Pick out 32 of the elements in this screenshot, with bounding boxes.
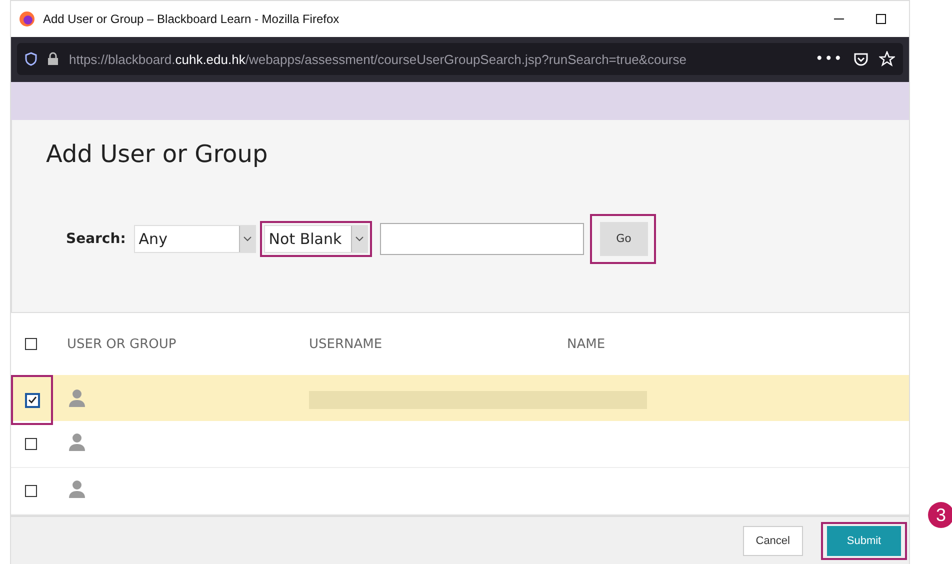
check-icon (28, 396, 36, 404)
pocket-icon[interactable] (853, 52, 869, 67)
column-header: USER OR GROUP (67, 336, 178, 352)
column-header: NAME (567, 336, 606, 352)
search-label: Search: (66, 230, 126, 247)
page-actions-menu[interactable]: ••• (815, 51, 843, 68)
checkbox[interactable] (25, 438, 37, 450)
checkbox[interactable] (24, 392, 40, 408)
chevron-down-icon (242, 236, 252, 242)
search-field[interactable] (380, 222, 584, 255)
shield-icon (25, 52, 37, 66)
person-icon (67, 388, 87, 408)
field-select[interactable]: Any (134, 224, 256, 253)
lock-icon (47, 52, 59, 66)
operator-select[interactable]: Not Blank (264, 224, 368, 253)
person-icon (67, 479, 87, 500)
cancel-button[interactable]: Cancel (742, 526, 803, 556)
submit-button[interactable]: Submit (827, 526, 901, 556)
page-heading: Add User or Group (46, 140, 269, 168)
chevron-down-icon (354, 236, 364, 242)
maximize-icon[interactable] (875, 12, 887, 25)
browser-logo-icon (19, 10, 35, 27)
go-button[interactable]: Go (600, 222, 648, 256)
address-bar[interactable]: https://blackboard.cuhk.edu.hk/webapps/assessment/courseUserGroupSearch.jsp?runSearch=true&course ••• (17, 43, 903, 76)
person-icon (67, 432, 87, 452)
window-title: Add User or Group – Blackboard Learn - Mozilla Firefox (43, 12, 340, 26)
checkbox[interactable] (25, 485, 37, 498)
step-badge: 3 (928, 502, 952, 528)
column-header: USERNAME (309, 336, 384, 352)
star-icon[interactable] (879, 51, 895, 68)
checkbox[interactable] (25, 338, 37, 350)
url-text: https://blackboard.cuhk.edu.hk/webapps/assessment/courseUserGroupSearch.jsp?runSearch=true&course (69, 52, 688, 67)
